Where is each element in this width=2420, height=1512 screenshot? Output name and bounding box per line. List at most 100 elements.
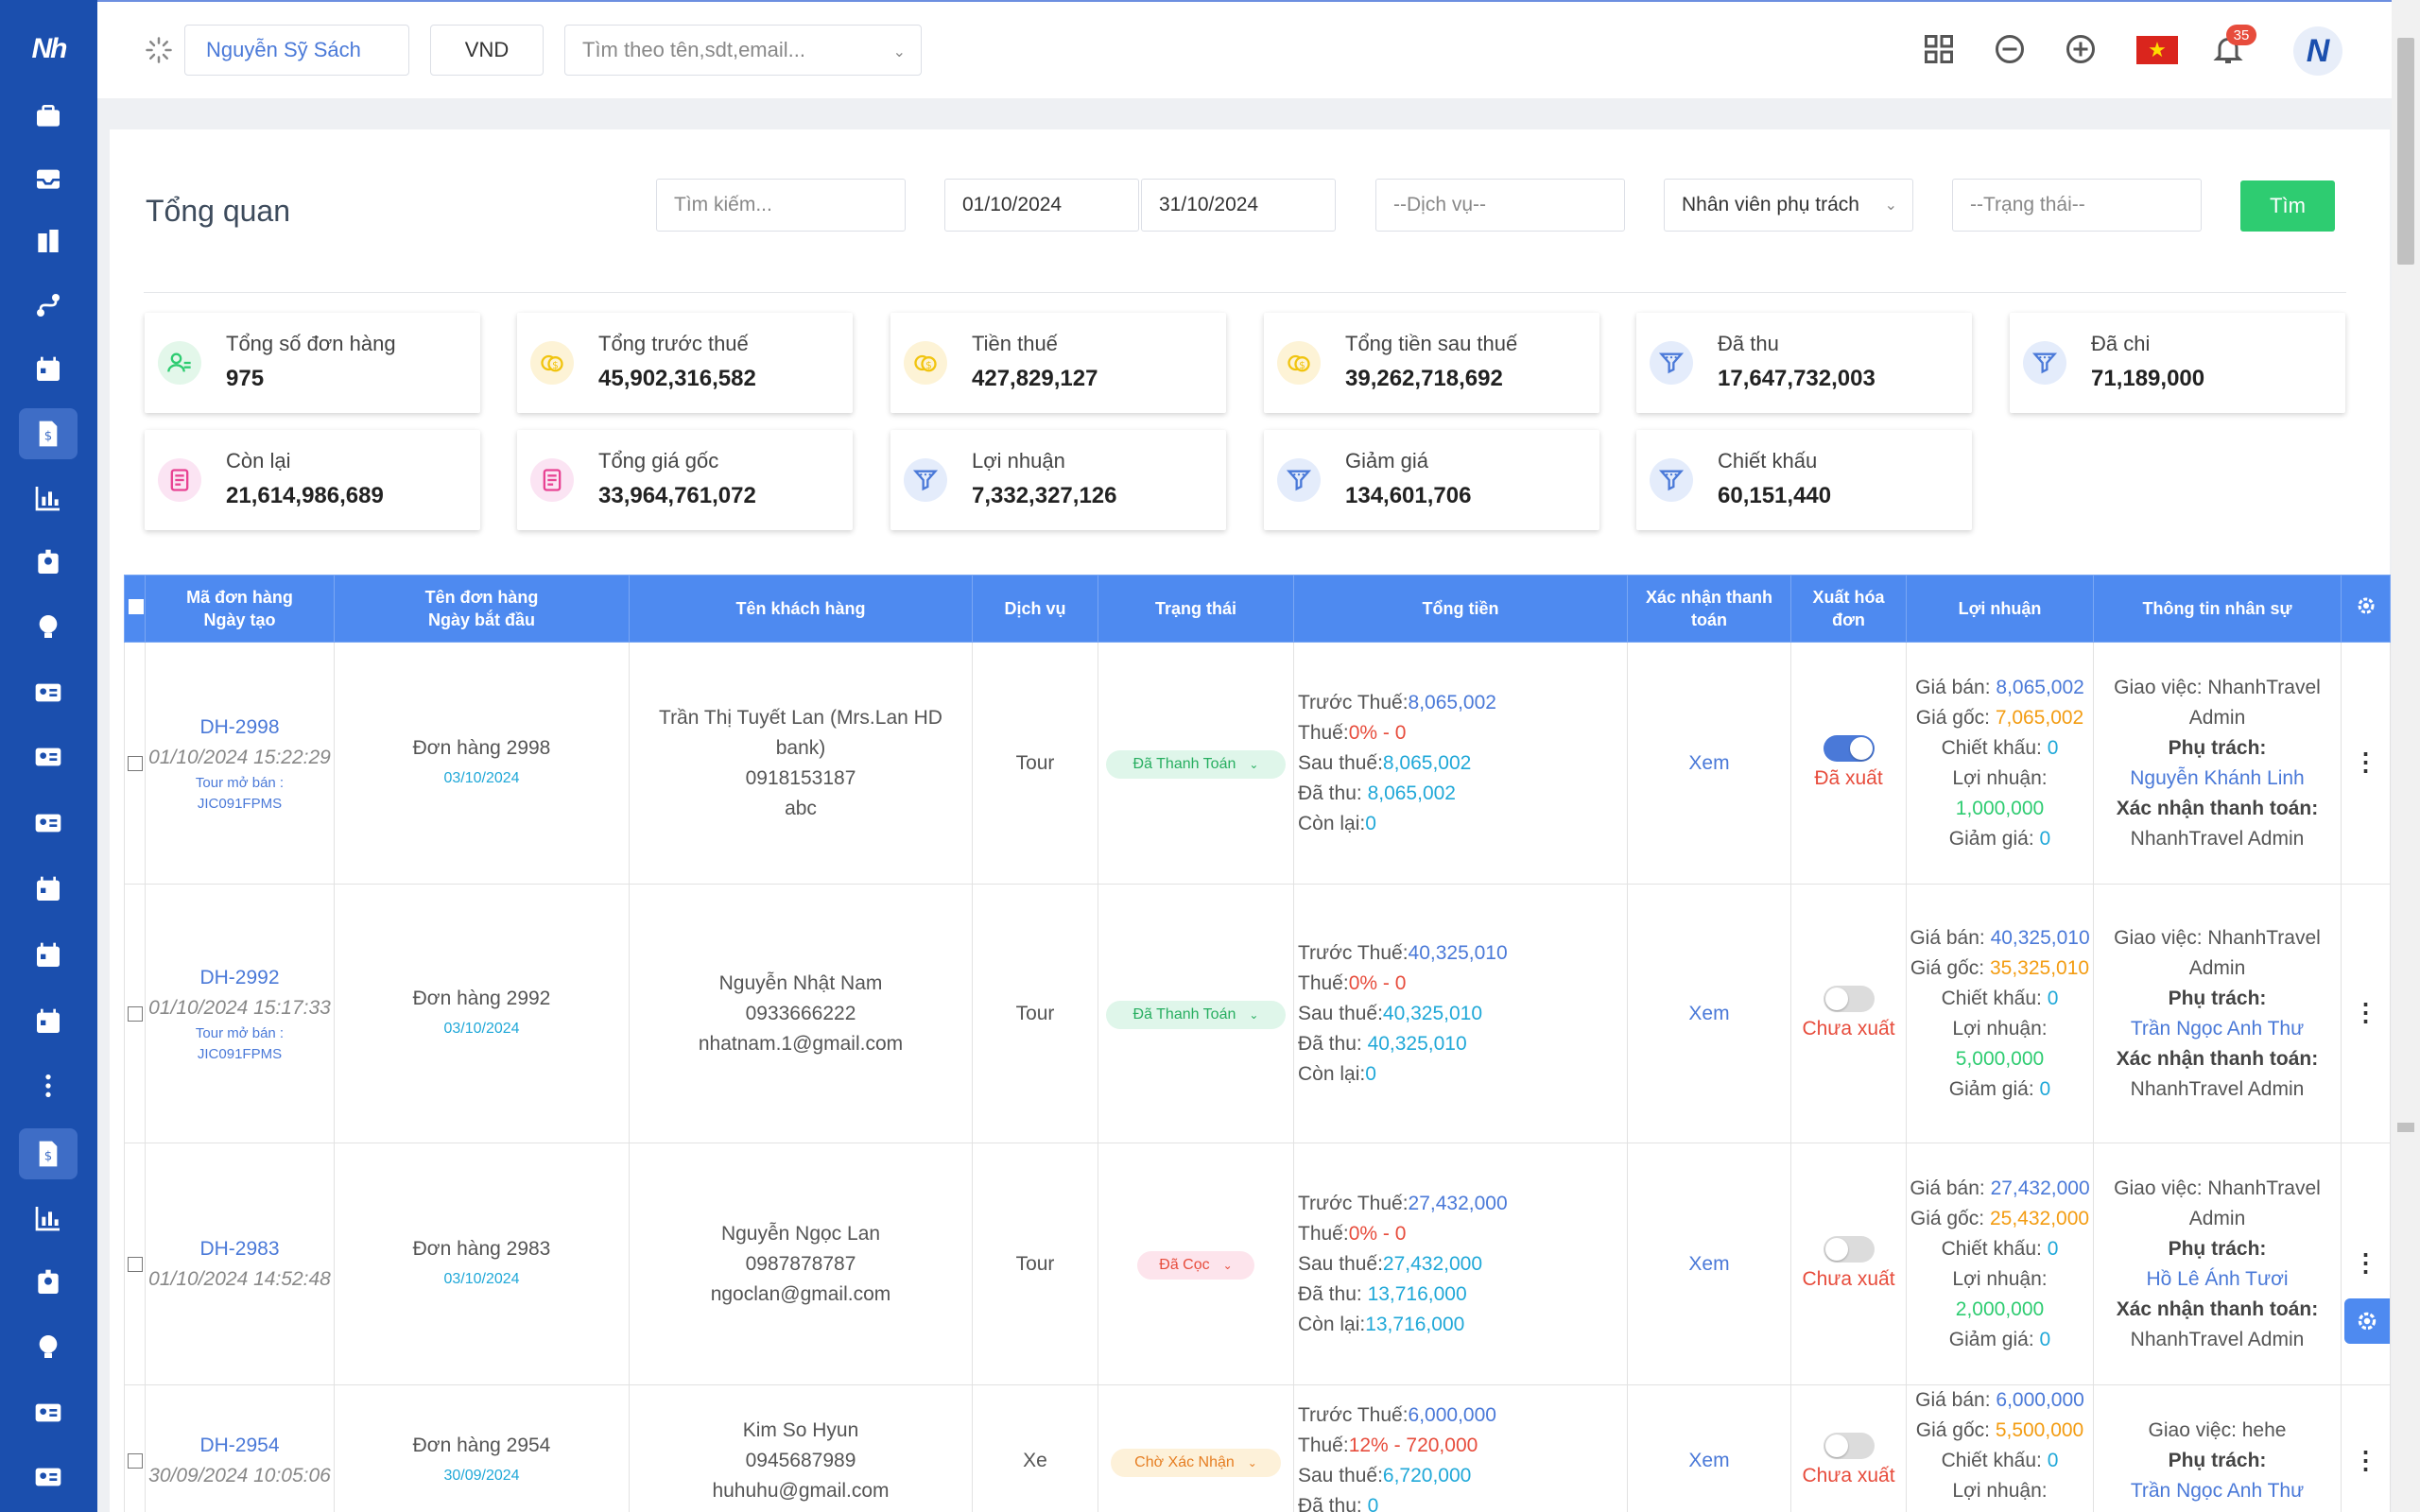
stat-value: 7,332,327,126 <box>972 483 1117 508</box>
status-dropdown[interactable]: Chờ Xác Nhận ⌄ <box>1111 1448 1281 1477</box>
column-settings-button[interactable] <box>2341 575 2391 643</box>
col-order-code[interactable]: Mã đơn hàng Ngày tạo <box>145 575 335 643</box>
user-selector[interactable]: Nguyễn Sỹ Sách <box>184 25 409 76</box>
sell-label: Giá bán: <box>1910 1177 1985 1199</box>
id-card-icon[interactable] <box>28 737 68 777</box>
order-name: Đơn hàng 2954 <box>412 1435 551 1456</box>
invoice-toggle[interactable] <box>1823 985 1875 1012</box>
stat-card: Đã thu 17,647,732,003 <box>1636 313 1972 413</box>
stat-card: $ Tổng tiền sau thuế 39,262,718,692 <box>1264 313 1599 413</box>
currency-selector[interactable]: VND <box>430 25 544 76</box>
briefcase-icon[interactable] <box>28 96 68 136</box>
settings-float-button[interactable] <box>2344 1298 2390 1344</box>
row-checkbox[interactable] <box>124 1384 146 1512</box>
id-card-icon[interactable] <box>28 1393 68 1433</box>
view-payment-link[interactable]: Xem <box>1688 1253 1729 1275</box>
paid-label: Đã thu: <box>1298 1032 1362 1055</box>
calendar-icon[interactable] <box>28 936 68 975</box>
zoom-out-icon[interactable] <box>1993 32 2027 66</box>
status-dropdown[interactable]: Đã Thanh Toán ⌄ <box>1106 1001 1286 1029</box>
loading-icon <box>146 37 172 63</box>
avatar[interactable]: N <box>2293 26 2342 76</box>
assigned-staff-link[interactable]: Trần Ngọc Anh Thư <box>2096 1476 2339 1506</box>
more-vertical-icon[interactable] <box>28 1066 68 1106</box>
col-total[interactable]: Tổng tiền <box>1293 575 1628 643</box>
lightbulb-icon[interactable] <box>28 607 68 646</box>
row-menu-icon[interactable]: ⋮ <box>2354 747 2378 776</box>
invoice-icon[interactable]: $ <box>19 1128 78 1179</box>
invoice-icon[interactable]: $ <box>19 408 78 459</box>
row-checkbox[interactable] <box>124 884 146 1143</box>
col-order-name[interactable]: Tên đơn hàng Ngày bắt đầu <box>334 575 630 643</box>
col-service[interactable]: Dịch vụ <box>972 575 1098 643</box>
row-menu-icon[interactable]: ⋮ <box>2354 1446 2378 1474</box>
stat-label: Lợi nhuận <box>972 449 1065 472</box>
col-customer[interactable]: Tên khách hàng <box>629 575 973 643</box>
bar-chart-icon[interactable] <box>28 1198 68 1238</box>
stat-value: 427,829,127 <box>972 366 1098 391</box>
vietnam-flag-icon[interactable]: ★ <box>2136 36 2178 64</box>
row-checkbox[interactable] <box>124 1143 146 1385</box>
order-code-link[interactable]: DH-2992 <box>147 963 332 993</box>
col-payment-confirm[interactable]: Xác nhận thanh toán <box>1627 575 1791 643</box>
order-code-link[interactable]: DH-2983 <box>147 1234 332 1264</box>
invoice-toggle[interactable] <box>1823 1433 1875 1460</box>
status-dropdown[interactable]: Đã Cọc ⌄ <box>1137 1251 1254 1280</box>
building-icon[interactable] <box>28 221 68 261</box>
search-input[interactable]: Tìm kiếm... <box>656 179 906 232</box>
inbox-icon[interactable] <box>28 159 68 198</box>
before-tax-value: 27,432,000 <box>1408 1192 1508 1214</box>
app-logo[interactable]: Nh <box>0 0 97 98</box>
order-code-link[interactable]: DH-2954 <box>147 1431 332 1461</box>
route-icon[interactable] <box>28 285 68 325</box>
id-card-icon[interactable] <box>28 1457 68 1497</box>
row-checkbox[interactable] <box>124 642 146 885</box>
assigned-staff-link[interactable]: Nguyễn Khánh Linh <box>2096 764 2339 794</box>
id-card-icon[interactable] <box>28 803 68 843</box>
bar-chart-icon[interactable] <box>28 478 68 518</box>
col-invoice[interactable]: Xuất hóa đơn <box>1790 575 1907 643</box>
sell-label: Giá bán: <box>1910 926 1985 949</box>
view-payment-link[interactable]: Xem <box>1688 1003 1729 1024</box>
pay-confirmer: NhanhTravel Admin <box>2130 827 2305 850</box>
find-button[interactable]: Tìm <box>2240 180 2335 232</box>
stat-card: Chiết khấu 60,151,440 <box>1636 430 1972 530</box>
order-code-link[interactable]: DH-2998 <box>147 713 332 743</box>
assigned-staff-link[interactable]: Trần Ngọc Anh Thư <box>2096 1014 2339 1044</box>
tour-code-link[interactable]: JIC091FPMS <box>147 1044 332 1065</box>
calendar-icon[interactable] <box>28 350 68 389</box>
date-from-input[interactable]: 01/10/2024 <box>944 179 1139 232</box>
status-dropdown[interactable]: Đã Thanh Toán ⌄ <box>1106 750 1286 779</box>
grid-icon[interactable] <box>1922 32 1956 66</box>
badge-icon[interactable] <box>28 1263 68 1302</box>
lightbulb-icon[interactable] <box>28 1327 68 1366</box>
calendar-icon[interactable] <box>28 869 68 909</box>
global-search-select[interactable]: Tìm theo tên,sdt,email... ⌄ <box>564 25 922 76</box>
col-status[interactable]: Trạng thái <box>1098 575 1294 643</box>
select-all-checkbox[interactable] <box>124 575 146 643</box>
invoice-toggle[interactable] <box>1823 1235 1875 1263</box>
row-menu-icon[interactable]: ⋮ <box>2354 1248 2378 1277</box>
tour-code-link[interactable]: JIC091FPMS <box>147 794 332 815</box>
invoice-toggle[interactable] <box>1823 734 1875 762</box>
zoom-in-icon[interactable] <box>2064 32 2098 66</box>
staff-select[interactable]: Nhân viên phụ trách ⌄ <box>1664 179 1913 232</box>
view-payment-link[interactable]: Xem <box>1688 752 1729 774</box>
col-profit[interactable]: Lợi nhuận <box>1906 575 2094 643</box>
status-label: Đã Thanh Toán <box>1132 756 1236 772</box>
col-staff[interactable]: Thông tin nhân sự <box>2093 575 2342 643</box>
customer-email: nhatnam.1@gmail.com <box>698 1032 904 1055</box>
calendar-icon[interactable] <box>28 1002 68 1041</box>
stat-label: Đã thu <box>1718 332 1779 355</box>
page-scrollbar[interactable] <box>2392 0 2420 1512</box>
id-card-icon[interactable] <box>28 673 68 713</box>
status-select[interactable]: --Trạng thái-- <box>1952 179 2202 232</box>
gear-icon <box>2358 1312 2377 1331</box>
date-to-input[interactable]: 31/10/2024 <box>1141 179 1336 232</box>
badge-icon[interactable] <box>28 542 68 582</box>
view-payment-link[interactable]: Xem <box>1688 1450 1729 1471</box>
assigned-staff-link[interactable]: Hồ Lê Ánh Tươi <box>2096 1264 2339 1295</box>
service-select[interactable]: --Dịch vụ-- <box>1375 179 1625 232</box>
scrollbar-thumb[interactable] <box>2397 38 2414 265</box>
row-menu-icon[interactable]: ⋮ <box>2354 998 2378 1026</box>
